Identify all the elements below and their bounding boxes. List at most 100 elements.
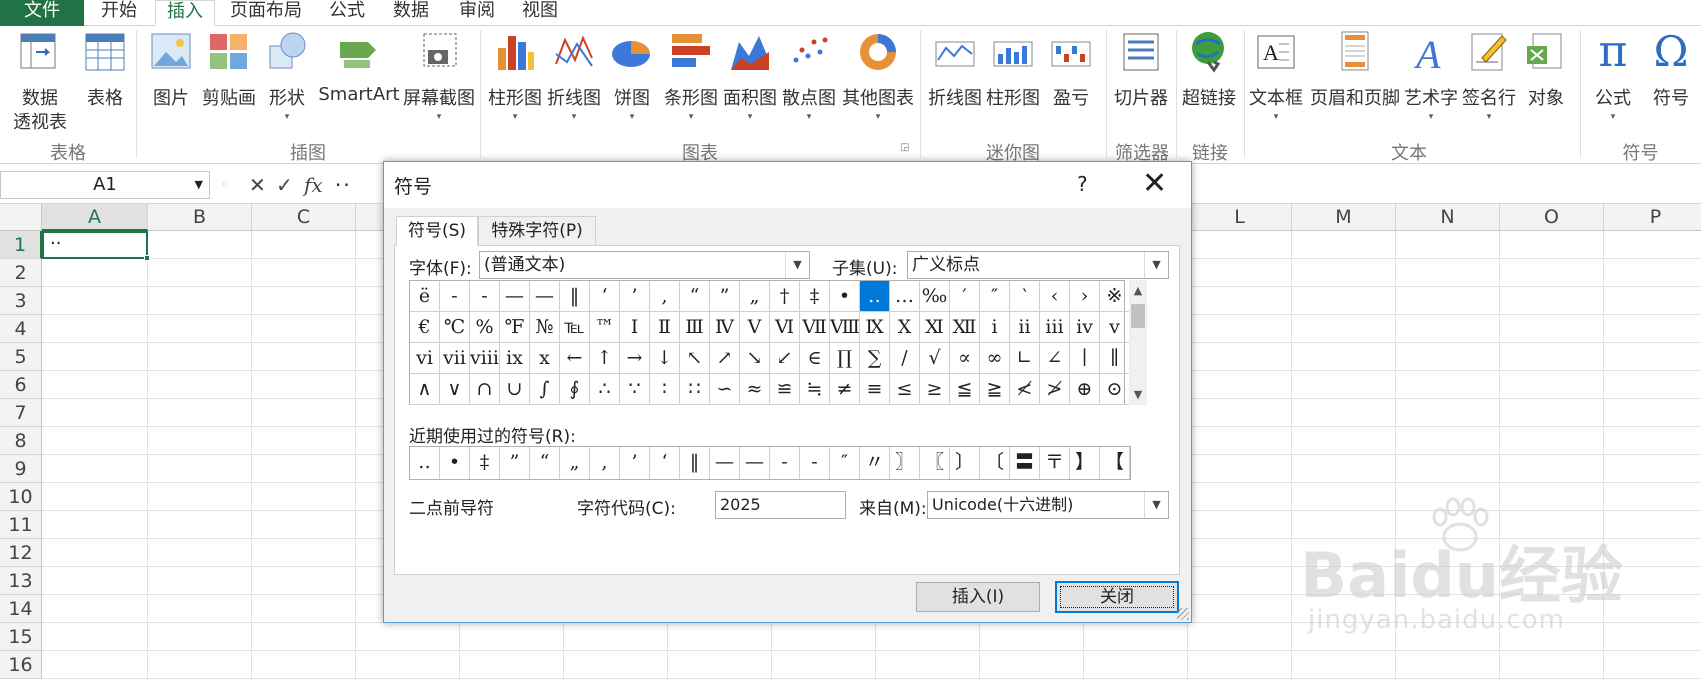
symbol-cell[interactable]: ∷ [680,374,710,405]
help-icon[interactable]: ? [1077,172,1088,196]
row-header-13[interactable]: 13 [0,567,42,595]
cancel-icon[interactable]: ✕ [249,173,266,197]
symbol-cell[interactable]: ™ [590,312,620,343]
symbol-cell[interactable]: ∟ [1010,343,1040,374]
symbol-cell[interactable]: Ⅸ [860,312,890,343]
recent-symbol-cell[interactable]: 】 [1070,447,1100,479]
subset-select[interactable]: 广义标点 ▼ [907,251,1169,279]
tab-page-layout[interactable]: 页面布局 [222,0,310,26]
symbol-cell[interactable]: ∣ [1070,343,1100,374]
symbol-cell[interactable]: ∽ [710,374,740,405]
subset-dropdown-icon[interactable]: ▼ [1144,252,1168,278]
tab-symbols[interactable]: 符号(S) [396,216,478,246]
symbol-cell[interactable]: ′ [950,281,980,312]
symbol-cell[interactable]: ↑ [590,343,620,374]
symbol-cell[interactable]: ‘ [590,281,620,312]
char-code-input[interactable]: 2025 [715,491,846,519]
formula-bar-splitter-icon[interactable]: ◦ [220,175,229,194]
symbol-cell[interactable]: • [830,281,860,312]
symbol-cell[interactable]: - [440,281,470,312]
symbol-cell[interactable]: Ⅳ [710,312,740,343]
dialog-close-icon[interactable]: ✕ [1142,166,1167,201]
symbol-cell[interactable]: € [410,312,440,343]
symbol-cell[interactable]: ↙ [770,343,800,374]
row-header-1[interactable]: 1 [0,231,42,259]
row-header-8[interactable]: 8 [0,427,42,455]
recent-symbol-cell[interactable]: — [710,447,740,479]
tab-data[interactable]: 数据 [386,0,436,26]
symbol-cell[interactable]: ⅴ [1100,312,1130,343]
from-dropdown-icon[interactable]: ▼ [1144,492,1168,518]
symbol-cell[interactable]: ∝ [950,343,980,374]
symbol-cell[interactable]: Ⅶ [800,312,830,343]
symbol-cell[interactable]: ⅱ [1010,312,1040,343]
recent-symbol-cell[interactable]: • [440,447,470,479]
symbol-cell[interactable]: ‖ [560,281,590,312]
column-header-a[interactable]: A [42,204,148,231]
symbol-cell[interactable]: ∶ [650,374,680,405]
symbol-cell[interactable]: ℡ [560,312,590,343]
symbol-cell[interactable]: ↗ [710,343,740,374]
symbol-cell[interactable]: № [530,312,560,343]
scroll-down-icon[interactable]: ▼ [1129,388,1147,401]
column-header-m[interactable]: M [1292,204,1396,231]
select-all-corner[interactable] [0,204,42,231]
column-header-c[interactable]: C [252,204,356,231]
symbol-cell[interactable]: → [620,343,650,374]
symbol-cell[interactable]: ‥ [860,281,890,312]
symbol-grid-scrollbar[interactable]: ▲ ▼ [1129,280,1147,405]
recent-symbol-cell[interactable]: — [740,447,770,479]
symbol-cell[interactable]: ‹ [1040,281,1070,312]
symbol-cell[interactable]: ‡ [800,281,830,312]
recent-symbol-cell[interactable]: 〃 [860,447,890,479]
symbol-cell[interactable]: ≡ [860,374,890,405]
symbol-cell[interactable]: ↖ [680,343,710,374]
symbol-cell[interactable]: ⅶ [440,343,470,374]
symbol-cell[interactable]: ⅲ [1040,312,1070,343]
symbol-cell[interactable]: ∏ [830,343,860,374]
recent-symbol-cell[interactable]: , [590,447,620,479]
row-header-9[interactable]: 9 [0,455,42,483]
recent-symbol-cell[interactable]: “ [530,447,560,479]
tab-formulas[interactable]: 公式 [322,0,372,26]
symbol-cell[interactable]: ⊙ [1100,374,1130,405]
name-box[interactable]: A1 ▼ [0,171,210,199]
symbol-cell[interactable]: — [530,281,560,312]
symbol-cell[interactable]: Ⅺ [920,312,950,343]
symbol-cell[interactable]: ⊕ [1070,374,1100,405]
symbol-cell[interactable]: ⅸ [500,343,530,374]
symbol-cell[interactable]: ∞ [980,343,1010,374]
symbol-cell[interactable]: ∠ [1040,343,1070,374]
symbol-cell[interactable]: Ⅱ [650,312,680,343]
symbol-cell[interactable]: … [890,281,920,312]
tab-review[interactable]: 审阅 [452,0,502,26]
symbol-cell[interactable]: ⅳ [1070,312,1100,343]
symbol-cell[interactable]: ≯ [1040,374,1070,405]
symbol-cell[interactable]: ≧ [980,374,1010,405]
symbol-cell[interactable]: ∮ [560,374,590,405]
symbol-cell[interactable]: ≠ [830,374,860,405]
symbol-cell[interactable]: ∥ [1100,343,1130,374]
symbol-cell[interactable]: ∵ [620,374,650,405]
tab-view[interactable]: 视图 [515,0,565,26]
recent-symbol-cell[interactable]: ″ [830,447,860,479]
row-header-6[interactable]: 6 [0,371,42,399]
symbol-cell[interactable]: ″ [980,281,1010,312]
recent-symbol-cell[interactable]: ’ [620,447,650,479]
charts-dialog-launcher-icon[interactable]: ◲ [900,142,909,153]
recent-symbol-cell[interactable]: 〒 [1040,447,1070,479]
symbol-cell[interactable]: Ⅷ [830,312,860,343]
column-header-o[interactable]: O [1500,204,1604,231]
symbol-cell[interactable]: ∈ [800,343,830,374]
from-select[interactable]: Unicode(十六进制) ▼ [927,491,1169,519]
recent-symbol-cell[interactable]: ‡ [470,447,500,479]
symbol-cell[interactable]: √ [920,343,950,374]
recent-symbol-cell[interactable]: 〖 [920,447,950,479]
recent-symbol-cell[interactable]: „ [560,447,590,479]
recent-symbol-cell[interactable]: 〓 [1010,447,1040,479]
name-box-dropdown-icon[interactable]: ▼ [195,172,203,198]
row-header-5[interactable]: 5 [0,343,42,371]
symbol-cell[interactable]: ← [560,343,590,374]
symbol-cell[interactable]: ⅷ [470,343,500,374]
symbol-cell[interactable]: — [500,281,530,312]
